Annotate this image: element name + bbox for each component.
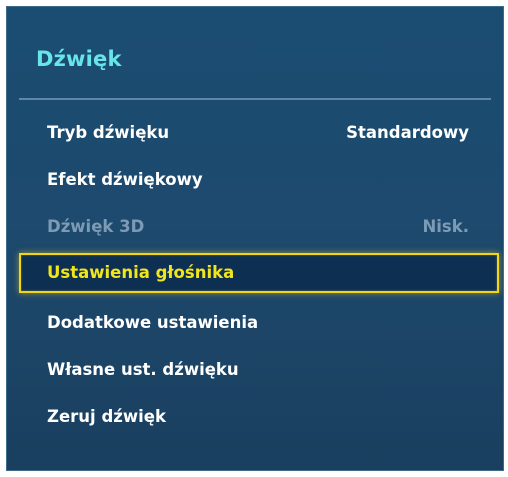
sound-menu-panel: Dźwięk Tryb dźwięku Standardowy Efekt dź… [6,6,504,471]
menu-item-label: Zeruj dźwięk [47,407,166,426]
menu-item-custom-sound[interactable]: Własne ust. dźwięku [19,350,499,390]
menu-title: Dźwięk [36,47,122,71]
menu-item-value: Standardowy [346,123,469,142]
menu-item-label: Dźwięk 3D [47,217,145,236]
title-divider [19,98,491,100]
menu-item-reset-sound[interactable]: Zeruj dźwięk [19,397,499,437]
menu-item-label: Ustawienia głośnika [47,263,235,282]
menu-item-label: Dodatkowe ustawienia [47,313,259,332]
menu-item-additional-settings[interactable]: Dodatkowe ustawienia [19,303,499,343]
menu-item-value: Nisk. [422,217,469,236]
menu-item-label: Tryb dźwięku [47,123,170,142]
menu-item-sound-mode[interactable]: Tryb dźwięku Standardowy [19,113,499,153]
menu-item-3d-audio: Dźwięk 3D Nisk. [19,207,499,247]
menu-item-speaker-settings[interactable]: Ustawienia głośnika [19,253,499,293]
menu-item-label: Własne ust. dźwięku [47,360,239,379]
menu-item-sound-effect[interactable]: Efekt dźwiękowy [19,160,499,200]
menu-item-label: Efekt dźwiękowy [47,170,203,189]
